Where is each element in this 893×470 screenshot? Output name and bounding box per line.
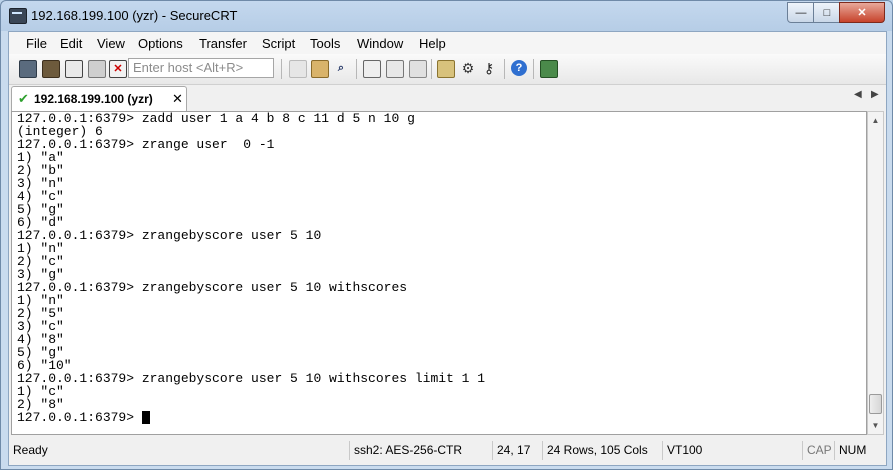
status-terminal-size: 24 Rows, 105 Cols: [542, 441, 662, 460]
scroll-up-arrow-icon[interactable]: ▲: [868, 112, 883, 129]
sftp-icon[interactable]: [540, 60, 558, 78]
app-body: File Edit View Options Transfer Script T…: [8, 31, 887, 466]
window-title: 192.168.199.100 (yzr) - SecureCRT: [31, 8, 238, 23]
toolbar-separator: [431, 59, 432, 79]
quick-connect-icon[interactable]: [42, 60, 60, 78]
connected-check-icon: ✔: [18, 91, 29, 106]
terminal-line: 3) "c": [17, 319, 64, 334]
terminal-line: 5) "g": [17, 202, 64, 217]
toolbar: ✕ Enter host <Alt+R> ⌕ ⚙ ⚷ ?: [9, 54, 886, 85]
tab-scroll-left-icon[interactable]: ◀: [854, 89, 862, 100]
terminal-cursor: [141, 411, 150, 424]
scrollbar-thumb[interactable]: [869, 394, 882, 414]
terminal-output: 127.0.0.1:6379> zadd user 1 a 4 b 8 c 11…: [17, 112, 485, 424]
terminal-prompt-line: 127.0.0.1:6379>: [17, 411, 485, 424]
terminal-prompt: 127.0.0.1:6379>: [17, 410, 142, 425]
tab-scroll-right-icon[interactable]: ▶: [871, 89, 879, 100]
maximize-button[interactable]: □: [813, 2, 841, 23]
connect-icon[interactable]: [19, 60, 37, 78]
toolbar-separator: [533, 59, 534, 79]
disconnect-icon[interactable]: ✕: [109, 60, 127, 78]
terminal-line: 3) "n": [17, 176, 64, 191]
find-icon[interactable]: ⌕: [333, 60, 349, 76]
status-caps-lock: CAP: [802, 441, 834, 460]
status-protocol: ssh2: AES-256-CTR: [349, 441, 492, 460]
tab-bar: ✔ 192.168.199.100 (yzr) ✕ ◀ ▶: [9, 85, 886, 111]
menu-bar: File Edit View Options Transfer Script T…: [9, 32, 886, 54]
terminal-line: 5) "g": [17, 345, 64, 360]
terminal-line: 1) "n": [17, 293, 64, 308]
terminal-line: 1) "c": [17, 384, 64, 399]
status-cursor-position: 24, 17: [492, 441, 542, 460]
securecrt-app-icon: [9, 8, 27, 24]
toolbar-separator: [504, 59, 505, 79]
menu-script[interactable]: Script: [262, 36, 295, 51]
terminal-line: 127.0.0.1:6379> zrangebyscore user 5 10 …: [17, 280, 408, 295]
print-screen-icon[interactable]: [409, 60, 427, 78]
terminal-line: 127.0.0.1:6379> zrange user 0 -1: [17, 137, 275, 152]
session-tab[interactable]: ✔ 192.168.199.100 (yzr) ✕: [11, 86, 187, 111]
print-icon[interactable]: [363, 60, 381, 78]
close-button[interactable]: ✕: [839, 2, 885, 23]
enter-host-input[interactable]: Enter host <Alt+R>: [128, 58, 274, 78]
status-ready: Ready: [13, 443, 48, 457]
terminal-line: 2) "b": [17, 163, 64, 178]
toolbar-separator: [281, 59, 282, 79]
terminal-line: 127.0.0.1:6379> zrangebyscore user 5 10: [17, 228, 322, 243]
terminal-line: 2) "c": [17, 254, 64, 269]
terminal-line: 2) "5": [17, 306, 64, 321]
menu-tools[interactable]: Tools: [310, 36, 340, 51]
connect-in-tab-icon[interactable]: [65, 60, 83, 78]
menu-edit[interactable]: Edit: [60, 36, 82, 51]
tab-label: 192.168.199.100 (yzr): [34, 92, 153, 106]
menu-file[interactable]: File: [26, 36, 47, 51]
terminal-screen[interactable]: 127.0.0.1:6379> zadd user 1 a 4 b 8 c 11…: [11, 111, 867, 435]
status-num-lock: NUM: [834, 441, 884, 460]
copy-icon[interactable]: [289, 60, 307, 78]
print-selection-icon[interactable]: [386, 60, 404, 78]
terminal-line: 1) "a": [17, 150, 64, 165]
minimize-button[interactable]: —: [787, 2, 815, 23]
status-emulation: VT100: [662, 441, 802, 460]
menu-view[interactable]: View: [97, 36, 125, 51]
terminal-scrollbar[interactable]: ▲ ▼: [867, 111, 884, 435]
scroll-down-arrow-icon[interactable]: ▼: [868, 417, 883, 434]
title-bar[interactable]: 192.168.199.100 (yzr) - SecureCRT — □ ✕: [1, 1, 892, 31]
paste-icon[interactable]: [311, 60, 329, 78]
reconnect-icon[interactable]: [88, 60, 106, 78]
session-options-icon[interactable]: [437, 60, 455, 78]
global-options-icon[interactable]: ⚙: [460, 60, 476, 76]
terminal-line: 4) "8": [17, 332, 64, 347]
terminal-line: 4) "c": [17, 189, 64, 204]
toolbar-separator: [356, 59, 357, 79]
keymap-icon[interactable]: ⚷: [481, 60, 497, 76]
tab-close-icon[interactable]: ✕: [172, 91, 183, 107]
help-icon[interactable]: ?: [511, 60, 527, 76]
menu-help[interactable]: Help: [419, 36, 446, 51]
securecrt-window: 192.168.199.100 (yzr) - SecureCRT — □ ✕ …: [0, 0, 893, 470]
terminal-line: 1) "n": [17, 241, 64, 256]
status-bar: Ready ssh2: AES-256-CTR 24, 17 24 Rows, …: [9, 439, 886, 463]
menu-transfer[interactable]: Transfer: [199, 36, 247, 51]
terminal-line: 127.0.0.1:6379> zrangebyscore user 5 10 …: [17, 371, 486, 386]
menu-window[interactable]: Window: [357, 36, 403, 51]
menu-options[interactable]: Options: [138, 36, 183, 51]
